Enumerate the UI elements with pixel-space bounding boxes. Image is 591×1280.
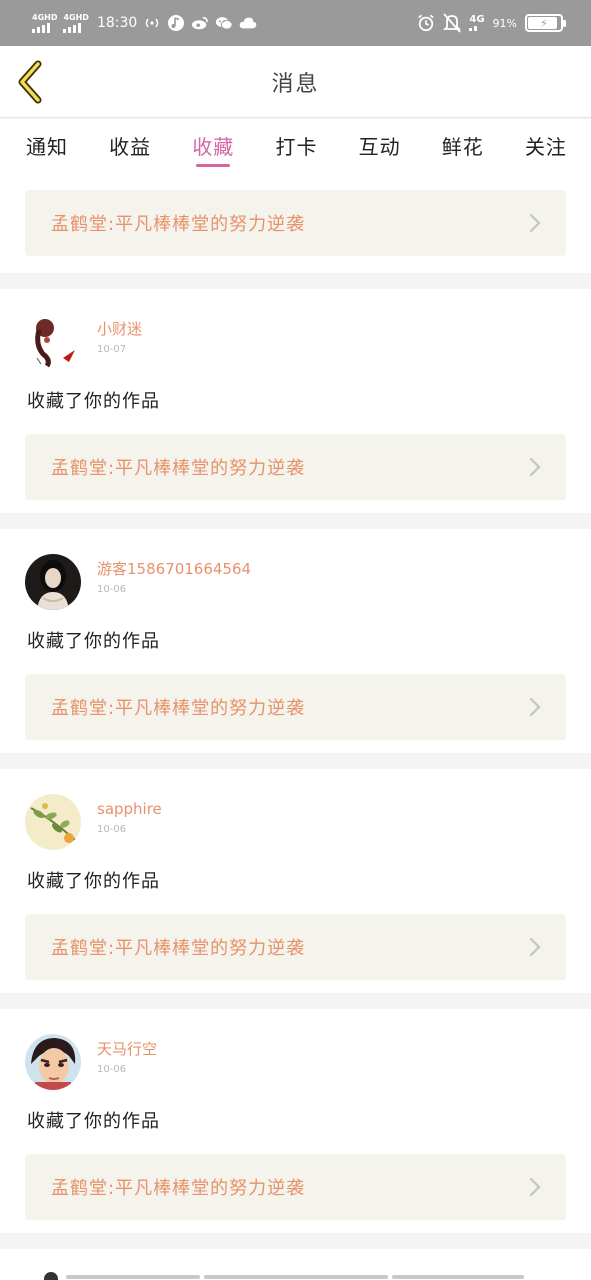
username[interactable]: 小财迷 xyxy=(97,320,142,338)
tab-label: 打卡 xyxy=(275,134,318,159)
avatar[interactable] xyxy=(25,794,81,850)
app-header: 消息 xyxy=(0,46,591,118)
loading-placeholder xyxy=(66,1275,200,1279)
status-bar: 4GHD 4GHD 18:30 4G 91% ⚡ xyxy=(0,0,591,46)
signal-1: 4GHD xyxy=(32,12,58,33)
wechat-icon xyxy=(215,14,233,32)
timestamp: 10-06 xyxy=(97,824,127,835)
work-card[interactable]: 孟鹤堂:平凡棒棒堂的努力逆袭 xyxy=(25,1154,566,1220)
tab-interactions[interactable]: 互动 xyxy=(359,119,401,171)
music-icon xyxy=(167,14,185,32)
list-item: 小财迷 10-07 收藏了你的作品 孟鹤堂:平凡棒棒堂的努力逆袭 xyxy=(0,289,591,513)
username[interactable]: sapphire xyxy=(97,800,162,818)
cloud-icon xyxy=(239,14,257,32)
list-item xyxy=(0,1249,591,1280)
weibo-icon xyxy=(191,14,209,32)
tab-notifications[interactable]: 通知 xyxy=(26,119,68,171)
action-text: 收藏了你的作品 xyxy=(27,1111,160,1132)
work-title: 孟鹤堂:平凡棒棒堂的努力逆袭 xyxy=(51,1178,306,1199)
list-item: sapphire 10-06 收藏了你的作品 孟鹤堂:平凡棒棒堂的努力逆袭 xyxy=(0,769,591,993)
work-card[interactable]: 孟鹤堂:平凡棒棒堂的努力逆袭 xyxy=(25,190,566,256)
loading-placeholder xyxy=(392,1275,524,1279)
tab-bar: 通知 收益 收藏 打卡 互动 鲜花 关注 xyxy=(0,119,591,171)
back-chevron-icon xyxy=(18,60,42,104)
work-title: 孟鹤堂:平凡棒棒堂的努力逆袭 xyxy=(51,938,306,959)
list-item: 天马行空 10-06 收藏了你的作品 孟鹤堂:平凡棒棒堂的努力逆袭 xyxy=(0,1009,591,1233)
work-card[interactable]: 孟鹤堂:平凡棒棒堂的努力逆袭 xyxy=(25,914,566,980)
tab-label: 通知 xyxy=(26,134,68,159)
username[interactable]: 天马行空 xyxy=(97,1040,157,1058)
avatar[interactable] xyxy=(25,554,81,610)
tab-label: 关注 xyxy=(524,134,567,159)
mute-bell-icon xyxy=(443,13,462,33)
timestamp: 10-07 xyxy=(97,344,127,355)
signal-2: 4GHD xyxy=(63,12,89,33)
active-tab-indicator xyxy=(196,164,231,167)
tab-checkin[interactable]: 打卡 xyxy=(275,119,317,171)
message-list: 孟鹤堂:平凡棒棒堂的努力逆袭 小财迷 10-07 收藏了你的作品 孟鹤堂:平凡棒… xyxy=(0,171,591,1280)
tab-flowers[interactable]: 鲜花 xyxy=(442,119,484,171)
work-title: 孟鹤堂:平凡棒棒堂的努力逆袭 xyxy=(51,698,306,719)
avatar[interactable] xyxy=(25,1034,81,1090)
battery-icon: ⚡ xyxy=(525,14,566,32)
loading-placeholder xyxy=(204,1275,388,1279)
timestamp: 10-06 xyxy=(97,584,127,595)
network-type-3: 4G xyxy=(469,14,485,25)
avatar[interactable] xyxy=(44,1272,58,1280)
work-title: 孟鹤堂:平凡棒棒堂的努力逆袭 xyxy=(51,214,306,235)
network-type-1: 4GHD xyxy=(32,12,58,22)
work-card[interactable]: 孟鹤堂:平凡棒棒堂的努力逆袭 xyxy=(25,434,566,500)
chevron-right-icon xyxy=(529,937,541,957)
clock: 18:30 xyxy=(96,15,138,31)
chevron-right-icon xyxy=(529,213,541,233)
signal-3: 4G xyxy=(469,14,485,31)
list-item: 孟鹤堂:平凡棒棒堂的努力逆袭 xyxy=(0,171,591,273)
avatar[interactable] xyxy=(25,314,81,370)
broadcast-icon xyxy=(143,14,161,32)
chevron-right-icon xyxy=(529,457,541,477)
tab-label: 互动 xyxy=(358,134,401,159)
work-title: 孟鹤堂:平凡棒棒堂的努力逆袭 xyxy=(51,458,306,479)
network-type-2: 4GHD xyxy=(63,12,89,22)
chevron-right-icon xyxy=(529,1177,541,1197)
back-button[interactable] xyxy=(14,60,50,104)
username[interactable]: 游客1586701664564 xyxy=(97,560,251,578)
action-text: 收藏了你的作品 xyxy=(27,391,160,412)
tab-earnings[interactable]: 收益 xyxy=(109,119,151,171)
alarm-icon xyxy=(417,14,435,32)
list-item: 游客1586701664564 10-06 收藏了你的作品 孟鹤堂:平凡棒棒堂的… xyxy=(0,529,591,753)
tab-label: 鲜花 xyxy=(441,134,484,159)
tab-label: 收藏 xyxy=(192,134,235,159)
timestamp: 10-06 xyxy=(97,1064,127,1075)
chevron-right-icon xyxy=(529,697,541,717)
tab-follows[interactable]: 关注 xyxy=(525,119,567,171)
tab-label: 收益 xyxy=(109,134,152,159)
page-title: 消息 xyxy=(271,71,320,97)
action-text: 收藏了你的作品 xyxy=(27,871,160,892)
action-text: 收藏了你的作品 xyxy=(27,631,160,652)
work-card[interactable]: 孟鹤堂:平凡棒棒堂的努力逆袭 xyxy=(25,674,566,740)
tab-favorites[interactable]: 收藏 xyxy=(192,119,234,171)
battery-percent: 91% xyxy=(492,16,517,30)
